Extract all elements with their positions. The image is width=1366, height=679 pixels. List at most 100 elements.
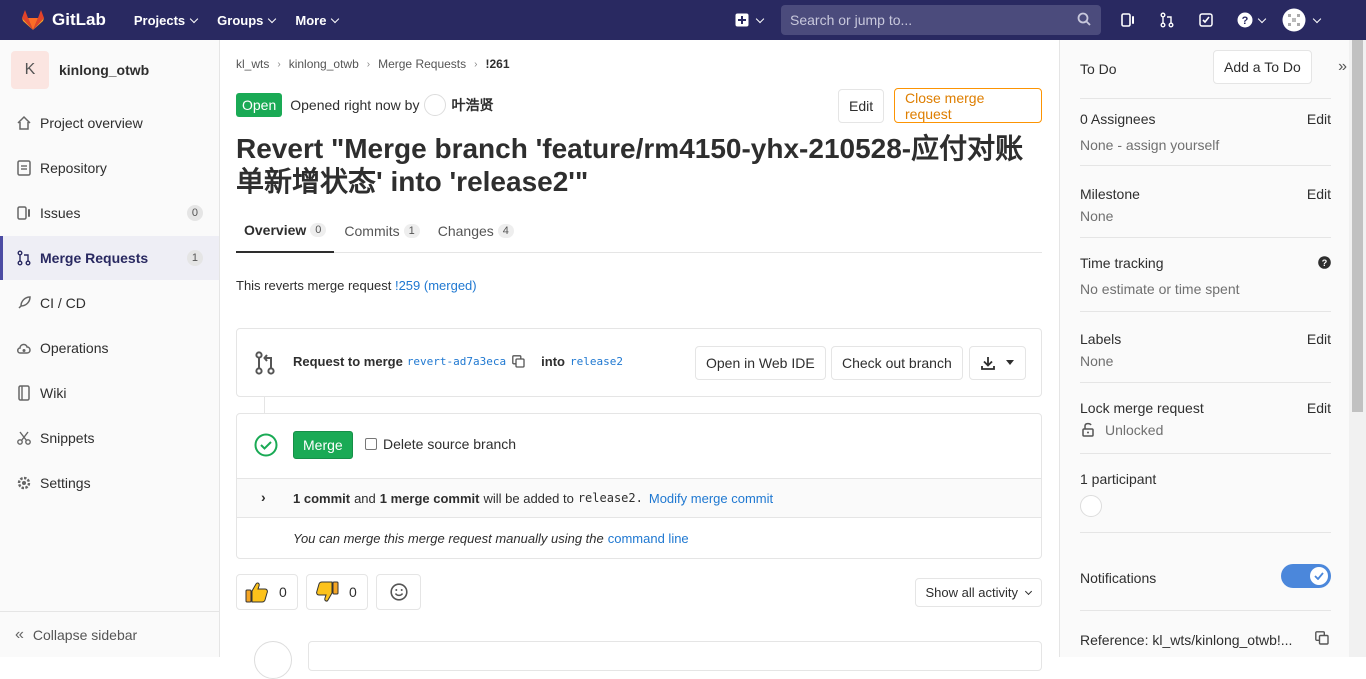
chevron-right-icon: ›: [366, 58, 371, 70]
copy-icon[interactable]: [512, 355, 525, 368]
chevron-right-icon[interactable]: ›: [261, 489, 266, 505]
source-branch-link[interactable]: revert-ad7a3eca: [407, 355, 506, 368]
command-line-link[interactable]: command line: [608, 531, 689, 546]
close-merge-request-button[interactable]: Close merge request: [894, 88, 1042, 123]
author-name[interactable]: 叶浩贤: [451, 95, 493, 115]
project-header[interactable]: K kinlong_otwb: [0, 40, 219, 100]
issues-nav-button[interactable]: [1116, 8, 1140, 32]
copy-icon[interactable]: [1315, 631, 1329, 645]
more-menu[interactable]: More: [295, 13, 340, 28]
sidebar-item-project-overview[interactable]: Project overview: [0, 101, 219, 145]
new-dropdown-button[interactable]: [732, 8, 766, 32]
tab-overview[interactable]: Overview 0: [236, 208, 335, 253]
edit-assignees-link[interactable]: Edit: [1307, 111, 1331, 127]
edit-milestone-link[interactable]: Edit: [1307, 186, 1331, 202]
sidebar-item-repository[interactable]: Repository: [0, 146, 219, 190]
assign-yourself-link[interactable]: None - assign yourself: [1080, 137, 1219, 153]
add-reaction-button[interactable]: [376, 574, 421, 610]
sidebar-item-label: Merge Requests: [40, 250, 149, 266]
search-input[interactable]: Search or jump to...: [781, 5, 1101, 35]
modify-merge-commit-link[interactable]: Modify merge commit: [649, 491, 773, 506]
sidebar-item-issues[interactable]: Issues 0: [0, 191, 219, 235]
show-all-activity-dropdown[interactable]: Show all activity: [914, 578, 1042, 607]
request-to-merge-label: Request to merge: [293, 354, 403, 369]
projects-menu[interactable]: Projects: [134, 13, 199, 28]
comment-box[interactable]: [308, 641, 1042, 671]
right-sidebar: To Do Add a To Do » 0 Assignees Edit Non…: [1059, 40, 1349, 657]
sidebar-item-label: Snippets: [40, 430, 95, 446]
thumbs-up-button[interactable]: 0: [236, 574, 298, 610]
sidebar-item-operations[interactable]: Operations: [0, 326, 219, 370]
delete-source-branch-checkbox[interactable]: [365, 438, 377, 450]
tab-changes[interactable]: Changes 4: [430, 208, 522, 253]
scrollbar-thumb[interactable]: [1352, 40, 1363, 412]
delete-source-branch-option[interactable]: Delete source branch: [365, 436, 516, 452]
edit-labels-link[interactable]: Edit: [1307, 331, 1331, 347]
help-dropdown[interactable]: ?: [1233, 8, 1269, 32]
issues-icon: [1121, 13, 1134, 27]
merge-request-branch-widget: Request to merge revert-ad7a3eca into re…: [236, 328, 1042, 397]
merge-button[interactable]: Merge: [293, 431, 353, 459]
chevron-down-icon: [189, 14, 199, 23]
tab-commits[interactable]: Commits 1: [336, 208, 427, 253]
breadcrumb-current[interactable]: !261: [485, 57, 509, 71]
notifications-title: Notifications: [1080, 570, 1157, 586]
double-chevron-right-icon[interactable]: »: [1338, 58, 1347, 76]
todos-nav-button[interactable]: [1194, 8, 1218, 32]
breadcrumb-group[interactable]: kl_wts: [236, 57, 269, 71]
milestone-value: None: [1080, 208, 1114, 224]
overview-count-badge: 0: [310, 222, 327, 237]
book-icon: [15, 384, 33, 402]
reverts-text: This reverts merge request: [236, 278, 392, 293]
cloud-gear-icon: [15, 339, 33, 357]
breadcrumb-project[interactable]: kinlong_otwb: [289, 57, 359, 71]
sidebar-item-settings[interactable]: Settings: [0, 461, 219, 505]
search-icon: [1077, 12, 1091, 26]
download-dropdown-button[interactable]: [969, 346, 1026, 380]
thumbs-down-button[interactable]: 0: [306, 574, 368, 610]
gear-icon: [15, 474, 33, 492]
collapse-sidebar-button[interactable]: « Collapse sidebar: [0, 611, 219, 657]
user-menu[interactable]: [1281, 8, 1322, 32]
edit-lock-link[interactable]: Edit: [1307, 400, 1331, 416]
commits-count-badge: 1: [403, 223, 420, 238]
issues-icon: [15, 204, 33, 222]
merge-commit-details-row[interactable]: › 1 commit and 1 merge commit will be ad…: [237, 478, 1041, 518]
breadcrumb-merge-requests[interactable]: Merge Requests: [378, 57, 466, 71]
participant-avatar[interactable]: [1080, 495, 1102, 517]
added-branch: release2.: [577, 491, 643, 505]
page-scrollbar[interactable]: [1349, 40, 1366, 657]
sidebar-item-wiki[interactable]: Wiki: [0, 371, 219, 415]
milestone-section: Milestone Edit None: [1080, 166, 1331, 238]
assignees-title: 0 Assignees: [1080, 111, 1156, 127]
help-question-icon[interactable]: ?: [1318, 256, 1331, 269]
and-text: and: [354, 490, 376, 506]
comment-avatar: [254, 641, 292, 679]
reverted-mr-link[interactable]: !259 (merged): [395, 278, 477, 293]
target-branch-link[interactable]: release2: [570, 355, 623, 368]
notifications-toggle[interactable]: [1281, 564, 1331, 588]
edit-button[interactable]: Edit: [838, 89, 885, 123]
plus-square-icon: [735, 13, 749, 27]
time-tracking-section: Time tracking ? No estimate or time spen…: [1080, 238, 1331, 312]
milestone-title: Milestone: [1080, 186, 1140, 202]
gitlab-logo[interactable]: GitLab: [22, 10, 106, 30]
sidebar-item-snippets[interactable]: Snippets: [0, 416, 219, 460]
open-in-web-ide-button[interactable]: Open in Web IDE: [695, 346, 826, 380]
will-be-added-text: will be added to: [483, 490, 574, 506]
author-avatar[interactable]: [424, 94, 447, 116]
sidebar-item-label: CI / CD: [40, 295, 86, 311]
sidebar-item-label: Project overview: [40, 115, 143, 131]
check-out-branch-button[interactable]: Check out branch: [831, 346, 963, 380]
groups-menu[interactable]: Groups: [217, 13, 277, 28]
sidebar-item-merge-requests[interactable]: Merge Requests 1: [0, 236, 219, 280]
add-todo-button[interactable]: Add a To Do: [1213, 50, 1312, 84]
mr-status-row: Open Opened right now by 叶浩贤 Edit Close …: [236, 88, 1042, 123]
chevron-down-icon: [1312, 14, 1322, 23]
manual-merge-row: You can merge this merge request manuall…: [237, 518, 1041, 558]
labels-value: None: [1080, 353, 1114, 369]
merge-requests-nav-button[interactable]: [1155, 8, 1179, 32]
sidebar-item-ci-cd[interactable]: CI / CD: [0, 281, 219, 325]
mr-tabs: Overview 0 Commits 1 Changes 4: [236, 208, 1042, 253]
merge-request-icon: [255, 351, 275, 375]
